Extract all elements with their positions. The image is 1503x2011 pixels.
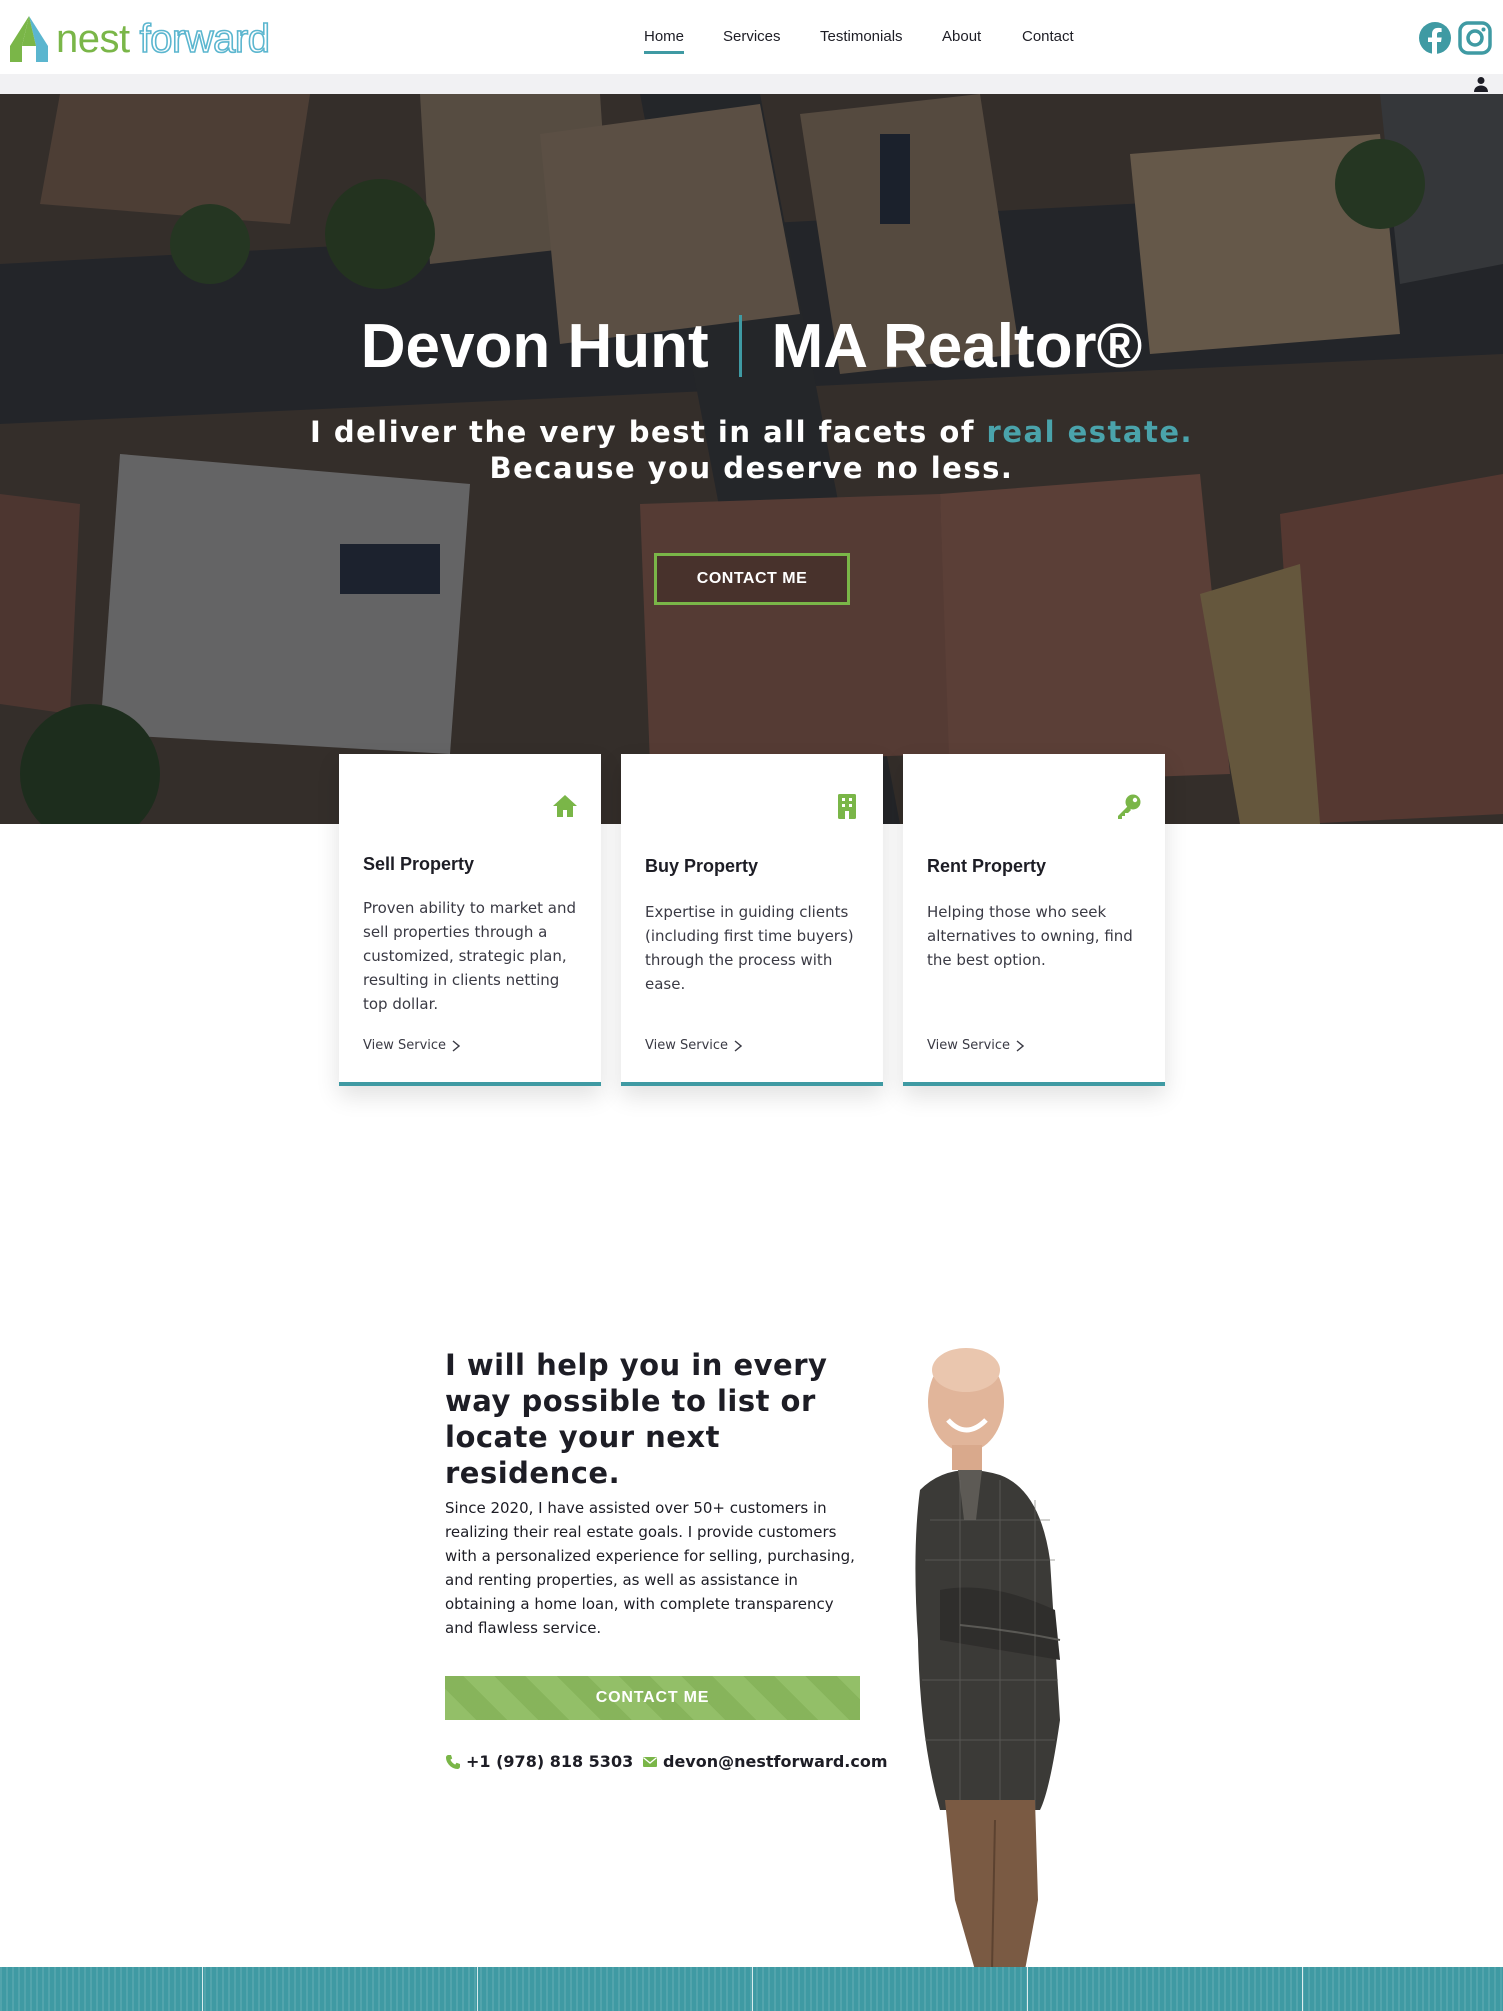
about-contact-label: CONTACT ME bbox=[595, 1689, 710, 1706]
nav-services[interactable]: Services bbox=[723, 26, 781, 48]
hero-tagline-accent: real estate. bbox=[986, 415, 1194, 449]
view-service-link[interactable]: View Service bbox=[363, 1038, 461, 1053]
service-card-title: Buy Property bbox=[645, 856, 759, 876]
hero-tagline-part1: I deliver the very best in all facets of bbox=[309, 415, 987, 449]
phone-link[interactable]: +1 (978) 818 5303 bbox=[445, 1752, 633, 1771]
about-body: Since 2020, I have assisted over 50+ cus… bbox=[445, 1499, 855, 1637]
chevron-right-icon bbox=[734, 1039, 743, 1052]
service-card-sell: Sell Property Proven ability to market a… bbox=[339, 754, 601, 1086]
building-icon bbox=[838, 794, 856, 819]
view-service-link[interactable]: View Service bbox=[645, 1038, 743, 1053]
hero-role: MA Realtor® bbox=[771, 312, 1143, 381]
instagram-icon[interactable] bbox=[1458, 21, 1492, 55]
email-link[interactable]: devon@nestforward.com bbox=[642, 1752, 888, 1771]
nav-about[interactable]: About bbox=[942, 26, 981, 48]
site-header: nest forward Home Services Testimonials A… bbox=[0, 0, 1503, 74]
hero-title: Devon Hunt MA Realtor® bbox=[0, 312, 1503, 382]
envelope-icon bbox=[643, 1756, 657, 1767]
service-card-text: Helping those who seek alternatives to o… bbox=[927, 903, 1133, 969]
view-service-link[interactable]: View Service bbox=[927, 1038, 1025, 1053]
hero-section: Devon Hunt MA Realtor® I deliver the very… bbox=[0, 94, 1503, 824]
nav-testimonials[interactable]: Testimonials bbox=[820, 26, 903, 48]
view-service-label: View Service bbox=[927, 1038, 1011, 1053]
hero-tagline: I deliver the very best in all facets of… bbox=[0, 414, 1503, 486]
about-heading: I will help you in every way possible to… bbox=[445, 1348, 828, 1490]
chevron-right-icon bbox=[452, 1039, 461, 1052]
strip-divider bbox=[477, 1967, 478, 2011]
email-address: devon@nestforward.com bbox=[663, 1752, 888, 1771]
nav-contact[interactable]: Contact bbox=[1022, 26, 1074, 48]
key-icon bbox=[1118, 794, 1141, 819]
about-contact-button[interactable]: CONTACT ME bbox=[445, 1676, 860, 1720]
hero-name: Devon Hunt bbox=[360, 312, 709, 381]
hero-contact-button[interactable]: CONTACT ME bbox=[654, 553, 850, 605]
service-card-rent: Rent Property Helping those who seek alt… bbox=[903, 754, 1165, 1086]
service-card-buy: Buy Property Expertise in guiding client… bbox=[621, 754, 883, 1086]
strip-divider bbox=[202, 1967, 203, 2011]
strip-divider bbox=[752, 1967, 753, 2011]
service-card-title: Sell Property bbox=[363, 854, 475, 874]
user-icon[interactable] bbox=[1473, 76, 1489, 92]
phone-icon bbox=[446, 1754, 460, 1769]
realtor-portrait-image bbox=[915, 1348, 1061, 1970]
footer-pattern-strip bbox=[0, 1967, 1503, 2011]
service-card-text: Proven ability to market and sell proper… bbox=[363, 899, 576, 1013]
nav-home[interactable]: Home bbox=[644, 26, 685, 54]
service-card-title: Rent Property bbox=[927, 856, 1047, 876]
phone-number: +1 (978) 818 5303 bbox=[466, 1752, 634, 1771]
top-utility-bar bbox=[0, 74, 1503, 94]
house-icon bbox=[553, 795, 577, 817]
view-service-label: View Service bbox=[363, 1038, 447, 1053]
strip-divider bbox=[1027, 1967, 1028, 2011]
main-nav: Home Services Testimonials About Contact bbox=[0, 26, 1503, 54]
strip-divider bbox=[1302, 1967, 1303, 2011]
view-service-label: View Service bbox=[645, 1038, 729, 1053]
facebook-icon[interactable] bbox=[1418, 21, 1452, 55]
service-card-text: Expertise in guiding clients (including … bbox=[645, 903, 854, 993]
hero-divider bbox=[738, 315, 742, 377]
chevron-right-icon bbox=[1016, 1039, 1025, 1052]
hero-tagline-line2: Because you deserve no less. bbox=[489, 451, 1014, 485]
